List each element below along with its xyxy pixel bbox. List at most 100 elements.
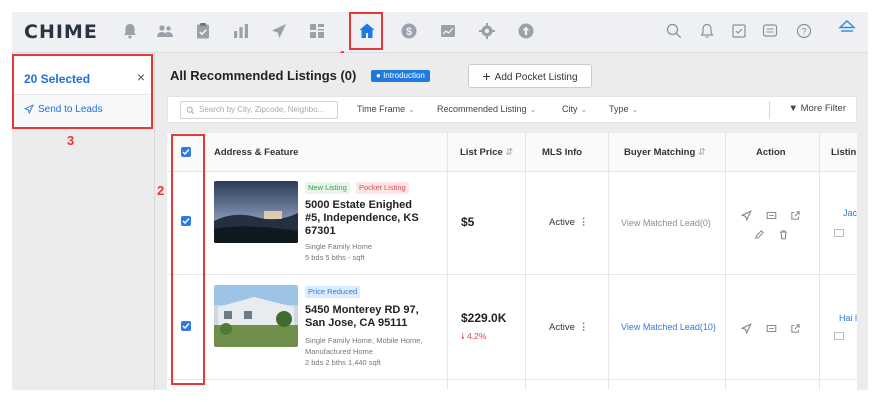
search-icon[interactable] <box>665 22 683 40</box>
filter-divider <box>769 101 770 119</box>
listing-type-cont: Manufactured Home <box>305 347 373 356</box>
view-matched-lead-link[interactable]: View Matched Lead(10) <box>621 322 716 332</box>
mls-status-label: Active <box>549 217 575 228</box>
search-input[interactable]: Search by City, Zipcode, Neighbo... <box>180 101 338 119</box>
filter-bar: Search by City, Zipcode, Neighbo... Time… <box>167 96 857 123</box>
listing-address-line1[interactable]: 5000 Estate Enighed <box>305 199 412 212</box>
mail-icon[interactable] <box>834 332 844 340</box>
type-dropdown[interactable]: Type ⌄ <box>609 104 638 114</box>
chime-logo[interactable]: CHIME <box>24 21 98 43</box>
bar-chart-icon[interactable] <box>232 22 250 40</box>
introduction-badge[interactable]: ● Introduction <box>371 70 430 82</box>
bell-icon[interactable] <box>121 22 139 40</box>
send-to-leads-label: Send to Leads <box>38 104 103 115</box>
header-listing-agent: Listin <box>831 147 857 158</box>
listings-table: Address & Feature List Price ⇵ MLS Info … <box>167 133 857 390</box>
add-pocket-listing-label: Add Pocket Listing <box>494 72 578 83</box>
pocket-listing-tag: Pocket Listing <box>356 182 409 194</box>
send-to-leads-button[interactable]: Send to Leads <box>23 104 103 115</box>
trend-icon[interactable] <box>439 22 457 40</box>
time-frame-label: Time Frame <box>357 104 406 114</box>
svg-text:$: $ <box>406 26 412 38</box>
listing-photo[interactable] <box>214 181 298 243</box>
price-change: 🠗 4.2% <box>461 331 486 345</box>
gear-icon[interactable] <box>478 22 496 40</box>
more-icon[interactable]: ⋮ <box>579 322 589 333</box>
recommended-listing-dropdown[interactable]: Recommended Listing ⌄ <box>437 104 536 114</box>
close-selection-button[interactable]: × <box>137 69 145 85</box>
listing-address-line2[interactable]: #5, Independence, KS <box>305 212 419 225</box>
help-icon[interactable]: ? <box>795 22 813 40</box>
search-placeholder: Search by City, Zipcode, Neighbo... <box>199 105 325 114</box>
type-label: Type <box>609 104 629 114</box>
selection-header: 20 Selected × <box>14 56 151 95</box>
recommended-listing-label: Recommended Listing <box>437 104 527 114</box>
app-window: CHIME $ ? 20 Selected × Send to Leads 3 … <box>0 0 879 402</box>
header-list-price[interactable]: List Price ⇵ <box>460 147 513 158</box>
more-icon[interactable]: ⋮ <box>579 217 589 228</box>
introduction-label: Introduction <box>383 71 425 80</box>
time-frame-dropdown[interactable]: Time Frame ⌄ <box>357 104 415 114</box>
header-action: Action <box>756 147 786 158</box>
new-listing-tag: New Listing <box>305 182 350 194</box>
mls-status[interactable]: Active ⋮ <box>549 217 588 228</box>
more-filter-label: More Filter <box>800 103 846 114</box>
chevron-down-icon: ⌄ <box>408 105 415 114</box>
table-row[interactable]: New Listing Pocket Listing 5000 Estate E… <box>167 171 857 275</box>
list-price: $5 <box>461 215 475 229</box>
mls-status[interactable]: Active ⋮ <box>549 322 588 333</box>
mls-icon[interactable] <box>766 208 778 220</box>
edit-icon[interactable] <box>754 227 766 239</box>
listing-address-line3[interactable]: 67301 <box>305 225 336 238</box>
share-icon[interactable] <box>790 208 802 220</box>
arrow-down-icon: 🠗 <box>461 331 465 341</box>
selected-count: 20 Selected <box>24 72 91 86</box>
sort-icon: ⇵ <box>505 147 514 158</box>
listing-address-line2[interactable]: San Jose, CA 95111 <box>305 317 407 330</box>
trash-icon[interactable] <box>778 227 790 240</box>
notification-icon[interactable] <box>698 22 716 40</box>
mail-icon[interactable] <box>834 229 844 237</box>
mls-status-label: Active <box>549 322 575 333</box>
table-row[interactable]: Price Reduced 5450 Monterey RD 97, San J… <box>167 274 857 380</box>
price-change-value: 4.2% <box>467 331 487 341</box>
message-icon[interactable] <box>761 22 779 40</box>
listing-agent-name[interactable]: Hai l <box>839 313 857 323</box>
share-icon[interactable] <box>790 321 802 333</box>
header-buyer-matching-label: Buyer Matching <box>624 147 696 158</box>
filter-icon: ▼ <box>788 103 798 114</box>
view-matched-lead-link[interactable]: View Matched Lead(0) <box>621 218 711 228</box>
header-address: Address & Feature <box>214 147 299 158</box>
add-pocket-listing-button[interactable]: + Add Pocket Listing <box>468 64 592 88</box>
listing-agent-name[interactable]: Jac <box>843 208 857 218</box>
listing-type: Single Family Home, Mobile Home, <box>305 336 423 345</box>
profile-icon[interactable] <box>838 18 856 36</box>
send-icon[interactable] <box>740 321 753 335</box>
list-price: $229.0K <box>461 311 507 325</box>
send-icon[interactable] <box>270 22 288 40</box>
city-dropdown[interactable]: City ⌄ <box>562 104 587 114</box>
chevron-down-icon: ⌄ <box>529 105 537 114</box>
svg-text:?: ? <box>801 27 806 37</box>
send-icon[interactable] <box>740 208 753 222</box>
home-nav-button[interactable] <box>349 12 383 50</box>
table-row[interactable] <box>167 380 857 390</box>
listing-address-line1[interactable]: 5450 Monterey RD 97, <box>305 304 419 317</box>
people-icon[interactable] <box>156 22 174 40</box>
grid-icon[interactable] <box>308 22 326 40</box>
tasks-icon[interactable] <box>730 22 748 40</box>
upload-icon[interactable] <box>517 22 535 40</box>
listing-type: Single Family Home <box>305 242 373 251</box>
clipboard-icon[interactable] <box>194 22 212 40</box>
top-navbar: CHIME $ ? <box>12 12 868 53</box>
mls-icon[interactable] <box>766 321 778 333</box>
home-icon <box>359 23 375 38</box>
callout-2: 2 <box>157 183 165 198</box>
header-buyer-matching[interactable]: Buyer Matching ⇵ <box>624 147 706 158</box>
plus-icon: + <box>482 68 491 84</box>
more-filter-button[interactable]: ▼ More Filter <box>789 103 846 114</box>
listing-photo[interactable] <box>214 285 298 347</box>
header-list-price-label: List Price <box>460 147 503 158</box>
table-header: Address & Feature List Price ⇵ MLS Info … <box>167 133 857 172</box>
dollar-icon[interactable]: $ <box>400 22 418 40</box>
